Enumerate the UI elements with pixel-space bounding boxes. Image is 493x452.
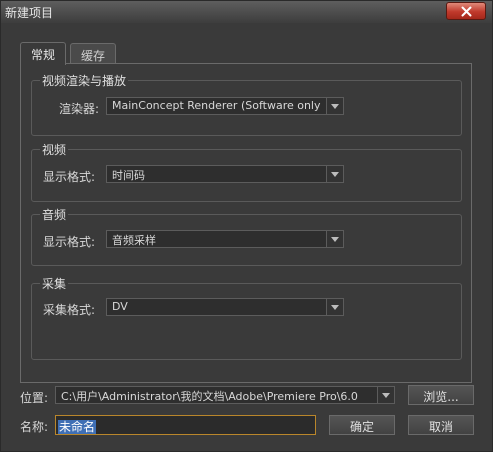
capture-format-label: 采集格式:: [43, 303, 96, 317]
dialog-content: 常规 缓存 视频渲染与播放 渲染器: MainConcept Renderer …: [1, 23, 492, 451]
chevron-down-icon: [326, 98, 343, 114]
video-format-label: 显示格式:: [43, 170, 96, 184]
chevron-down-icon: [326, 231, 343, 247]
group-video: 视频 显示格式: 时间码: [31, 141, 462, 202]
video-format-dropdown[interactable]: 时间码: [106, 165, 344, 183]
title-bar[interactable]: 新建项目: [1, 1, 492, 23]
video-format-value: 时间码: [112, 169, 145, 182]
name-label: 名称:: [20, 420, 49, 434]
close-button[interactable]: [446, 2, 486, 20]
new-project-dialog: 新建项目 常规 缓存 视频渲染与播放 渲染器: MainConcept Rend…: [0, 0, 493, 452]
group-capture: 采集 采集格式: DV: [31, 275, 462, 360]
audio-format-label: 显示格式:: [43, 235, 96, 249]
chevron-down-icon: [326, 166, 343, 182]
chevron-down-icon: [377, 387, 394, 403]
renderer-label: 渲染器:: [59, 102, 100, 116]
renderer-dropdown[interactable]: MainConcept Renderer (Software only): [106, 97, 344, 115]
group-audio: 音频 显示格式: 音频采样: [31, 206, 462, 266]
tab-general[interactable]: 常规: [20, 42, 67, 65]
renderer-value: MainConcept Renderer (Software only): [112, 99, 321, 112]
group-title-capture: 采集: [40, 275, 69, 292]
browse-button[interactable]: 浏览...: [408, 385, 474, 405]
location-label: 位置:: [20, 391, 49, 405]
capture-format-dropdown[interactable]: DV: [106, 298, 344, 316]
close-icon: [461, 6, 472, 17]
window-title: 新建项目: [5, 6, 54, 20]
name-input[interactable]: 未命名: [55, 415, 316, 435]
group-title-video-rendering: 视频渲染与播放: [40, 72, 129, 89]
cancel-button[interactable]: 取消: [408, 415, 474, 435]
name-input-value: 未命名: [58, 420, 97, 434]
general-tab-panel: 视频渲染与播放 渲染器: MainConcept Renderer (Softw…: [20, 63, 472, 383]
audio-format-dropdown[interactable]: 音频采样: [106, 230, 344, 248]
chevron-down-icon: [326, 299, 343, 315]
ok-button[interactable]: 确定: [329, 415, 395, 435]
capture-format-value: DV: [112, 300, 128, 313]
group-title-audio: 音频: [40, 206, 69, 223]
audio-format-value: 音频采样: [112, 234, 156, 247]
location-dropdown[interactable]: C:\用户\Administrator\我的文档\Adobe\Premiere …: [55, 386, 395, 404]
group-title-video: 视频: [40, 141, 69, 158]
tab-cache[interactable]: 缓存: [70, 43, 117, 63]
group-video-rendering: 视频渲染与播放 渲染器: MainConcept Renderer (Softw…: [31, 72, 462, 136]
location-value: C:\用户\Administrator\我的文档\Adobe\Premiere …: [61, 390, 358, 403]
